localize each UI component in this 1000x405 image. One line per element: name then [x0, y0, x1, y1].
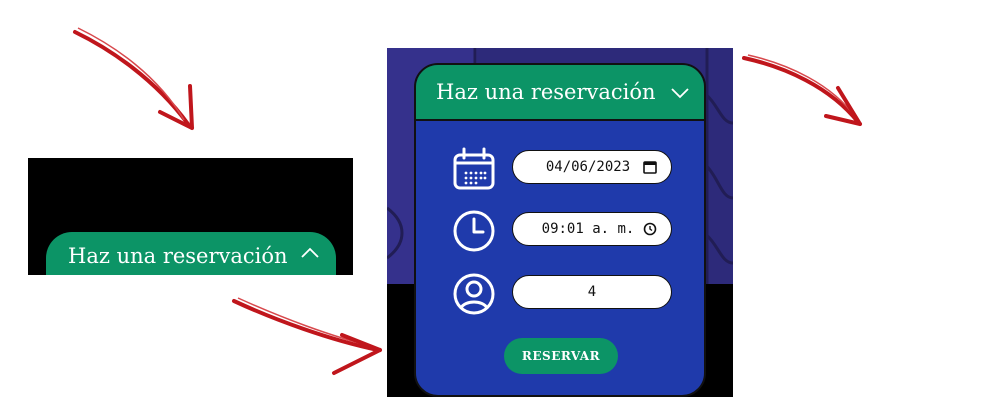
reservation-toggle-collapsed[interactable]: Haz una reservación [46, 232, 336, 275]
expanded-reservation-widget: Haz una reservación 04/06/2023 09:01 a. … [387, 48, 733, 397]
clock-small-icon[interactable] [643, 222, 657, 236]
clock-icon [453, 210, 495, 252]
time-value: 09:01 a. m. [541, 221, 635, 237]
date-row: 04/06/2023 [452, 147, 674, 191]
calendar-icon [453, 147, 495, 190]
reservation-title: Haz una reservación [68, 244, 288, 268]
calendar-small-icon[interactable] [643, 160, 657, 174]
guests-row: 4 [452, 272, 674, 316]
reserve-button[interactable]: RESERVAR [504, 338, 618, 374]
reservation-toggle-expanded[interactable]: Haz una reservación [416, 65, 704, 121]
guests-value: 4 [587, 284, 597, 300]
user-circle-icon [453, 273, 495, 315]
time-input[interactable]: 09:01 a. m. [512, 212, 672, 246]
date-value: 04/06/2023 [545, 159, 631, 175]
time-row: 09:01 a. m. [452, 209, 674, 253]
date-input[interactable]: 04/06/2023 [512, 150, 672, 184]
arrow-decoration-bottom-left [232, 297, 382, 375]
reservation-title: Haz una reservación [436, 80, 656, 104]
guests-input[interactable]: 4 [512, 275, 672, 309]
arrow-decoration-top-left [73, 27, 194, 130]
arrow-decoration-top-right [742, 54, 862, 126]
collapsed-reservation-widget: Haz una reservación [28, 158, 353, 275]
reservation-card: Haz una reservación 04/06/2023 09:01 a. … [414, 63, 706, 397]
chevron-down-icon [670, 88, 689, 99]
chevron-up-icon [300, 247, 319, 258]
